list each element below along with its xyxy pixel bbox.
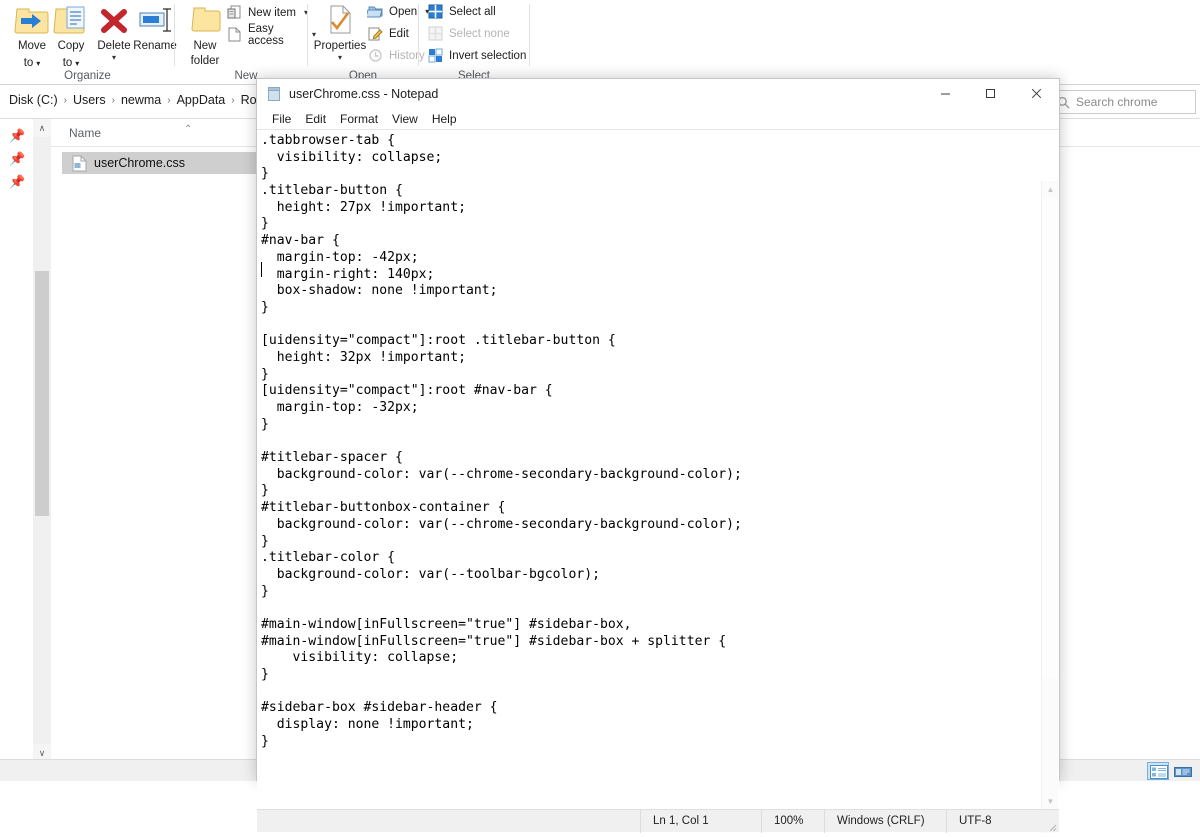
invert-selection-label: Invert selection: [449, 49, 527, 62]
select-none-label: Select none: [449, 27, 510, 40]
breadcrumb-item-1[interactable]: Users: [68, 93, 111, 107]
new-item-label: New item: [248, 6, 296, 19]
large-icons-view-button[interactable]: [1172, 762, 1194, 780]
easy-access-label: Easy access: [248, 22, 284, 47]
scroll-up-icon[interactable]: ∧: [33, 119, 51, 137]
menu-item-view[interactable]: View: [385, 110, 425, 128]
easy-access-icon: [226, 26, 243, 43]
css-file-icon: [72, 155, 87, 172]
menu-item-edit[interactable]: Edit: [298, 110, 333, 128]
search-input[interactable]: Search chrome: [1050, 90, 1196, 114]
select-all-icon: [427, 3, 444, 20]
ribbon-divider-1: [174, 4, 175, 66]
scrollbar-thumb[interactable]: [35, 271, 49, 516]
history-button: History: [365, 45, 425, 66]
new-folder-label-2: folder: [190, 54, 220, 67]
edit-button[interactable]: Edit: [365, 23, 409, 44]
move-to-label-2: to: [23, 56, 34, 69]
properties-button[interactable]: Properties ▾: [309, 2, 371, 68]
edit-label: Edit: [389, 27, 409, 40]
resize-grip-icon[interactable]: [1046, 819, 1057, 832]
copy-to-caret-icon[interactable]: ▾: [75, 58, 79, 71]
ribbon-group-organize: Move to ▾ Copy to ▾ Delete ▾ Rename Orga…: [0, 0, 177, 84]
search-placeholder: Search chrome: [1076, 95, 1158, 109]
open-icon: [365, 3, 384, 20]
new-item-icon: [226, 4, 243, 21]
notepad-status-bar: Ln 1, Col 1 100% Windows (CRLF) UTF-8: [257, 809, 1059, 833]
invert-selection-button[interactable]: Invert selection: [425, 45, 526, 66]
minimize-button[interactable]: [923, 79, 968, 108]
close-button[interactable]: [1013, 79, 1059, 108]
breadcrumb-item-2[interactable]: newma: [116, 93, 166, 107]
sort-ascending-icon: ⌃: [184, 124, 193, 135]
select-none-button: Select none: [425, 23, 510, 44]
menu-item-format[interactable]: Format: [333, 110, 385, 128]
pin-icon[interactable]: 📌: [9, 175, 25, 189]
encoding-label: UTF-8: [946, 809, 1059, 833]
properties-caret-icon[interactable]: ▾: [309, 53, 371, 62]
line-ending-label: Windows (CRLF): [824, 809, 946, 833]
breadcrumb: Disk (C:) › Users › newma › AppData › Ro…: [4, 93, 273, 107]
list-item[interactable]: userChrome.css: [62, 152, 262, 174]
notepad-vertical-scrollbar[interactable]: ▲ ▼: [1041, 181, 1058, 833]
navigation-pane: 📌 📌 📌: [0, 119, 33, 759]
easy-access-button[interactable]: Easy access ▾: [224, 22, 316, 47]
notepad-title-label: userChrome.css - Notepad: [289, 86, 439, 101]
maximize-button[interactable]: [968, 79, 1013, 108]
ribbon-group-new: New folder New item ▾ Easy access ▾ New: [176, 0, 316, 84]
cursor-position-label: Ln 1, Col 1: [640, 809, 761, 833]
view-mode-buttons: [1147, 762, 1194, 780]
properties-icon: [309, 2, 371, 38]
copy-to-label-2: to: [62, 56, 73, 69]
history-icon: [367, 47, 384, 64]
notepad-window: userChrome.css - Notepad File Edit Forma…: [256, 78, 1060, 833]
edit-icon: [367, 25, 384, 42]
scroll-up-icon[interactable]: ▲: [1042, 181, 1059, 198]
navigation-pane-scrollbar[interactable]: ∧ ∨: [33, 119, 51, 762]
notepad-icon: [266, 86, 282, 102]
scrollbar-thumb[interactable]: [1043, 198, 1058, 678]
breadcrumb-item-0[interactable]: Disk (C:): [4, 93, 63, 107]
select-all-label: Select all: [449, 5, 496, 18]
select-all-button[interactable]: Select all: [425, 1, 496, 22]
file-name-label: userChrome.css: [94, 156, 185, 170]
new-item-button[interactable]: New item ▾: [224, 2, 308, 23]
ribbon-toolbar: Move to ▾ Copy to ▾ Delete ▾ Rename Orga…: [0, 0, 1200, 85]
window-controls: [923, 79, 1059, 108]
text-caret: [261, 262, 262, 277]
move-to-caret-icon[interactable]: ▾: [36, 58, 40, 71]
ribbon-group-open: Properties ▾ Open ▾ Edit History Open: [309, 0, 429, 84]
ribbon-divider-3: [418, 4, 419, 66]
menu-item-help[interactable]: Help: [425, 110, 464, 128]
ribbon-group-label-organize: Organize: [64, 70, 111, 82]
pin-icon[interactable]: 📌: [9, 152, 25, 166]
status-spacer: [257, 810, 640, 833]
column-header-name[interactable]: Name: [69, 126, 101, 140]
notepad-body: .tabbrowser-tab { visibility: collapse; …: [257, 129, 1059, 833]
scroll-down-icon[interactable]: ▼: [1042, 793, 1059, 810]
pin-icon[interactable]: 📌: [9, 129, 25, 143]
notepad-text-area[interactable]: .tabbrowser-tab { visibility: collapse; …: [261, 133, 1041, 781]
properties-label: Properties: [313, 40, 367, 52]
ribbon-divider-2: [307, 4, 308, 66]
menu-item-file[interactable]: File: [265, 110, 298, 128]
notepad-menu-bar: File Edit Format View Help: [257, 108, 1059, 129]
breadcrumb-item-3[interactable]: AppData: [172, 93, 231, 107]
open-label: Open: [389, 5, 418, 18]
notepad-title-bar[interactable]: userChrome.css - Notepad: [257, 79, 1059, 108]
ribbon-group-select: Select all Select none Invert selection …: [420, 0, 528, 84]
select-none-icon: [427, 25, 444, 42]
zoom-level-label: 100%: [761, 809, 824, 833]
ribbon-divider-4: [529, 4, 530, 66]
details-view-button[interactable]: [1147, 762, 1169, 780]
invert-selection-icon: [427, 47, 444, 64]
